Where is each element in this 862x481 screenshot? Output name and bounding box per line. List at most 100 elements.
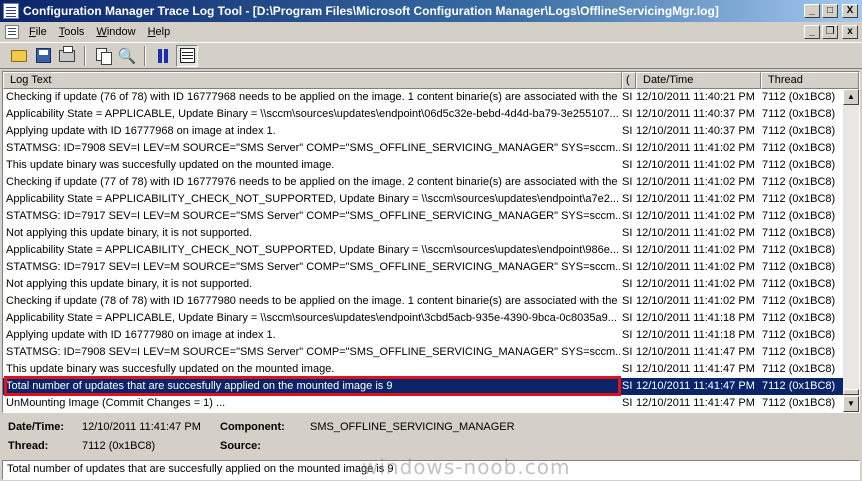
- log-text-cell: Applying update with ID 16777968 on imag…: [6, 125, 276, 137]
- log-row[interactable]: This update binary was succesfully updat…: [3, 157, 843, 174]
- thread-cell: 7112 (0x1BC8): [762, 159, 836, 171]
- log-text-cell: STATMSG: ID=7917 SEV=I LEV=M SOURCE="SMS…: [6, 261, 620, 273]
- menu-tools[interactable]: Tools: [53, 26, 91, 38]
- window-title: Configuration Manager Trace Log Tool - […: [23, 4, 719, 18]
- log-row[interactable]: UnMounting Image (Commit Changes = 1) ..…: [3, 395, 843, 412]
- component-cell: SI: [622, 210, 633, 222]
- component-cell: SI: [622, 108, 633, 120]
- component-cell: SI: [622, 244, 633, 256]
- component-cell: SI: [622, 261, 633, 273]
- thread-cell: 7112 (0x1BC8): [762, 193, 836, 205]
- log-row[interactable]: Applicability State = APPLICABILITY_CHEC…: [3, 242, 843, 259]
- menu-help[interactable]: Help: [142, 26, 177, 38]
- datetime-cell: 12/10/2011 11:41:18 PM: [636, 312, 755, 324]
- component-cell: SI: [622, 142, 633, 154]
- component-cell: SI: [622, 193, 633, 205]
- document-icon[interactable]: [5, 24, 19, 39]
- filter-list-button[interactable]: [176, 44, 198, 67]
- log-text-cell: STATMSG: ID=7908 SEV=I LEV=M SOURCE="SMS…: [6, 346, 620, 358]
- log-row[interactable]: STATMSG: ID=7917 SEV=I LEV=M SOURCE="SMS…: [3, 259, 843, 276]
- log-row[interactable]: Checking if update (76 of 78) with ID 16…: [3, 89, 843, 106]
- column-header-component[interactable]: (: [622, 72, 636, 89]
- datetime-cell: 12/10/2011 11:41:02 PM: [636, 176, 755, 188]
- log-text-cell: STATMSG: ID=7917 SEV=I LEV=M SOURCE="SMS…: [6, 210, 620, 222]
- log-row-selected[interactable]: Total number of updates that are succesf…: [3, 378, 843, 395]
- copy-icon: [95, 48, 112, 65]
- datetime-cell: 12/10/2011 11:41:02 PM: [636, 227, 755, 239]
- log-text-cell: This update binary was succesfully updat…: [6, 159, 335, 171]
- thread-cell: 7112 (0x1BC8): [762, 278, 836, 290]
- toolbar-separator: [84, 45, 86, 66]
- log-row[interactable]: Applicability State = APPLICABLE, Update…: [3, 310, 843, 327]
- thread-cell: 7112 (0x1BC8): [762, 125, 836, 137]
- column-header-datetime[interactable]: Date/Time: [636, 72, 761, 89]
- minimize-button[interactable]: _: [804, 4, 820, 18]
- find-button[interactable]: 🔍: [116, 45, 138, 67]
- scroll-down-arrow-icon[interactable]: ▼: [843, 396, 859, 412]
- scrollbar-thumb[interactable]: [843, 389, 859, 395]
- log-row[interactable]: Not applying this update binary, it is n…: [3, 276, 843, 293]
- component-cell: SI: [622, 312, 633, 324]
- datetime-cell: 12/10/2011 11:40:37 PM: [636, 125, 755, 137]
- print-button[interactable]: [56, 45, 78, 67]
- thread-cell: 7112 (0x1BC8): [762, 329, 836, 341]
- log-row[interactable]: Not applying this update binary, it is n…: [3, 225, 843, 242]
- menu-bar: File Tools Window Help _ ❐ x: [0, 22, 862, 41]
- app-icon[interactable]: [3, 3, 19, 19]
- restore-button[interactable]: □: [822, 4, 838, 18]
- open-button[interactable]: [8, 45, 30, 67]
- thread-cell: 7112 (0x1BC8): [762, 210, 836, 222]
- thread-cell: 7112 (0x1BC8): [762, 244, 836, 256]
- datetime-value: 12/10/2011 11:41:47 PM: [82, 421, 201, 433]
- log-text-cell: Not applying this update binary, it is n…: [6, 227, 253, 239]
- log-text-cell: STATMSG: ID=7908 SEV=I LEV=M SOURCE="SMS…: [6, 142, 620, 154]
- datetime-cell: 12/10/2011 11:41:02 PM: [636, 159, 755, 171]
- log-text-cell: Not applying this update binary, it is n…: [6, 278, 253, 290]
- log-text-cell: Total number of updates that are succesf…: [6, 380, 393, 392]
- column-header-row: Log Text ( Date/Time Thread: [3, 72, 859, 89]
- close-button[interactable]: X: [842, 4, 858, 18]
- log-row[interactable]: Applicability State = APPLICABILITY_CHEC…: [3, 191, 843, 208]
- component-cell: SI: [622, 363, 633, 375]
- thread-cell: 7112 (0x1BC8): [762, 363, 836, 375]
- component-cell: SI: [622, 159, 633, 171]
- component-cell: SI: [622, 295, 633, 307]
- component-cell: SI: [622, 91, 633, 103]
- log-text-cell: Applicability State = APPLICABLE, Update…: [6, 108, 619, 120]
- pause-button[interactable]: [152, 45, 174, 67]
- message-text[interactable]: Total number of updates that are succesf…: [2, 460, 860, 480]
- thread-cell: 7112 (0x1BC8): [762, 312, 836, 324]
- log-text-cell: This update binary was succesfully updat…: [6, 363, 335, 375]
- menu-window[interactable]: Window: [90, 26, 141, 38]
- thread-cell: 7112 (0x1BC8): [762, 176, 836, 188]
- log-row[interactable]: Applying update with ID 16777980 on imag…: [3, 327, 843, 344]
- child-minimize-button[interactable]: _: [804, 24, 820, 39]
- menu-file[interactable]: File: [23, 26, 53, 38]
- column-header-thread[interactable]: Thread: [761, 72, 859, 89]
- column-header-log-text[interactable]: Log Text: [3, 72, 622, 89]
- log-row[interactable]: This update binary was succesfully updat…: [3, 361, 843, 378]
- thread-cell: 7112 (0x1BC8): [762, 108, 836, 120]
- datetime-cell: 12/10/2011 11:41:47 PM: [636, 397, 755, 409]
- component-cell: SI: [622, 329, 633, 341]
- copy-button[interactable]: [92, 45, 114, 67]
- vertical-scrollbar[interactable]: ▲ ▼: [843, 89, 859, 412]
- datetime-cell: 12/10/2011 11:41:47 PM: [636, 380, 755, 392]
- log-row[interactable]: Checking if update (78 of 78) with ID 16…: [3, 293, 843, 310]
- log-row[interactable]: Applying update with ID 16777968 on imag…: [3, 123, 843, 140]
- log-text-cell: Checking if update (77 of 78) with ID 16…: [6, 176, 620, 188]
- datetime-cell: 12/10/2011 11:41:02 PM: [636, 244, 755, 256]
- log-row[interactable]: Applicability State = APPLICABLE, Update…: [3, 106, 843, 123]
- component-cell: SI: [622, 227, 633, 239]
- log-text-cell: Applicability State = APPLICABILITY_CHEC…: [6, 193, 620, 205]
- child-close-button[interactable]: x: [842, 24, 858, 39]
- scroll-up-arrow-icon[interactable]: ▲: [843, 89, 859, 105]
- log-row[interactable]: STATMSG: ID=7917 SEV=I LEV=M SOURCE="SMS…: [3, 208, 843, 225]
- child-restore-button[interactable]: ❐: [822, 24, 838, 39]
- log-list[interactable]: Log Text ( Date/Time Thread Checking if …: [2, 71, 860, 413]
- save-button[interactable]: [32, 45, 54, 67]
- component-cell: SI: [622, 380, 633, 392]
- log-row[interactable]: Checking if update (77 of 78) with ID 16…: [3, 174, 843, 191]
- log-row[interactable]: STATMSG: ID=7908 SEV=I LEV=M SOURCE="SMS…: [3, 140, 843, 157]
- log-row[interactable]: STATMSG: ID=7908 SEV=I LEV=M SOURCE="SMS…: [3, 344, 843, 361]
